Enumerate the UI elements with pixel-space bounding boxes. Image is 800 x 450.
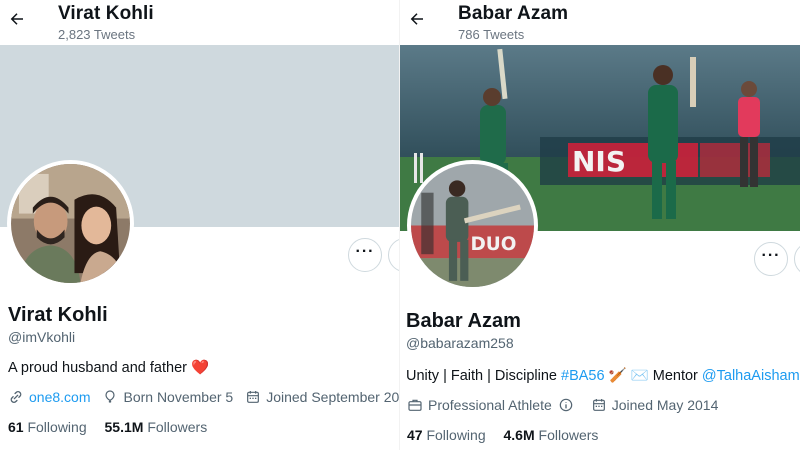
category-item: Professional Athlete bbox=[407, 397, 579, 413]
calendar-icon bbox=[247, 391, 260, 403]
following-link[interactable]: 47 Following bbox=[407, 427, 486, 443]
follow-stats: 47 Following 4.6M Followers bbox=[407, 427, 612, 443]
category-text: Professional Athlete bbox=[428, 397, 552, 413]
link-icon bbox=[10, 391, 22, 403]
profile-bio: A proud husband and father ❤️ bbox=[8, 359, 209, 376]
joined-item: Joined September 2009 bbox=[245, 389, 400, 405]
notifications-button[interactable] bbox=[794, 242, 800, 276]
avatar[interactable]: DUO bbox=[407, 160, 538, 291]
profile-panel-right: Babar Azam 786 Tweets NIS DUO ··· Babar … bbox=[400, 0, 800, 450]
birthday-item: Born November 5 bbox=[102, 389, 233, 405]
followers-link[interactable]: 55.1M Followers bbox=[105, 419, 208, 435]
more-icon: ··· bbox=[355, 243, 375, 260]
profile-handle: @imVkohli bbox=[8, 329, 76, 345]
arrow-left-icon bbox=[10, 13, 23, 25]
profile-bio: Unity | Faith | Discipline #BA56 🏏 ✉️ Me… bbox=[406, 367, 800, 384]
more-icon: ··· bbox=[761, 247, 781, 264]
follow-stats: 61 Following 55.1M Followers bbox=[8, 419, 221, 435]
tweet-count: 786 Tweets bbox=[458, 27, 525, 42]
profile-meta: one8.com Born November 5 Joined Septembe… bbox=[8, 389, 400, 405]
followers-label: Followers bbox=[538, 427, 599, 443]
heart-icon: ❤️ bbox=[191, 360, 210, 376]
bio-text: Unity | Faith | Discipline bbox=[406, 368, 561, 384]
followers-count: 55.1M bbox=[104, 419, 144, 435]
website-item[interactable]: one8.com bbox=[8, 389, 90, 405]
briefcase-icon bbox=[408, 399, 422, 411]
joined-text: Joined May 2014 bbox=[611, 397, 719, 413]
following-label: Following bbox=[27, 419, 87, 435]
more-options-button[interactable]: ··· bbox=[348, 238, 382, 272]
avatar-photo bbox=[11, 164, 130, 283]
website-link[interactable]: one8.com bbox=[29, 389, 90, 405]
back-button[interactable] bbox=[6, 8, 28, 30]
profile-panel-left: Virat Kohli 2,823 Tweets ··· Virat Kohli… bbox=[0, 0, 400, 450]
svg-text:DUO: DUO bbox=[470, 234, 516, 255]
tweet-count: 2,823 Tweets bbox=[58, 27, 136, 42]
more-options-button[interactable]: ··· bbox=[754, 242, 788, 276]
bio-emojis: 🏏 ✉️ bbox=[604, 368, 653, 384]
following-count: 61 bbox=[8, 419, 24, 435]
arrow-left-icon bbox=[410, 13, 423, 25]
followers-count: 4.6M bbox=[503, 427, 535, 443]
balloon-icon bbox=[105, 390, 116, 403]
profile-header: Babar Azam 786 Tweets bbox=[400, 0, 800, 45]
following-count: 47 bbox=[407, 427, 423, 443]
profile-name: Babar Azam bbox=[406, 310, 521, 332]
avatar[interactable] bbox=[7, 160, 134, 287]
svg-text:NIS: NIS bbox=[572, 145, 626, 178]
bio-text: A proud husband and father bbox=[8, 360, 187, 376]
avatar-photo: DUO bbox=[411, 164, 534, 287]
joined-item: Joined May 2014 bbox=[591, 397, 719, 413]
profile-handle: @babarazam258 bbox=[406, 335, 514, 351]
profile-name: Virat Kohli bbox=[8, 304, 108, 326]
joined-text: Joined September 2009 bbox=[266, 389, 400, 405]
profile-meta: Professional Athlete Joined May 2014 bbox=[407, 397, 730, 413]
bio-hashtag[interactable]: #BA56 bbox=[561, 368, 605, 384]
following-link[interactable]: 61 Following bbox=[8, 419, 87, 435]
birthday-text: Born November 5 bbox=[123, 389, 234, 405]
calendar-icon bbox=[592, 399, 605, 411]
bio-mentor: Mentor bbox=[652, 368, 702, 384]
following-label: Following bbox=[426, 427, 486, 443]
header-title: Virat Kohli bbox=[58, 3, 154, 24]
back-button[interactable] bbox=[406, 8, 428, 30]
header-title: Babar Azam bbox=[458, 3, 569, 24]
followers-label: Followers bbox=[147, 419, 208, 435]
info-icon[interactable] bbox=[558, 397, 574, 413]
bio-mention[interactable]: @TalhaAisham bbox=[702, 368, 800, 384]
profile-header: Virat Kohli 2,823 Tweets bbox=[0, 0, 400, 45]
followers-link[interactable]: 4.6M Followers bbox=[504, 427, 599, 443]
